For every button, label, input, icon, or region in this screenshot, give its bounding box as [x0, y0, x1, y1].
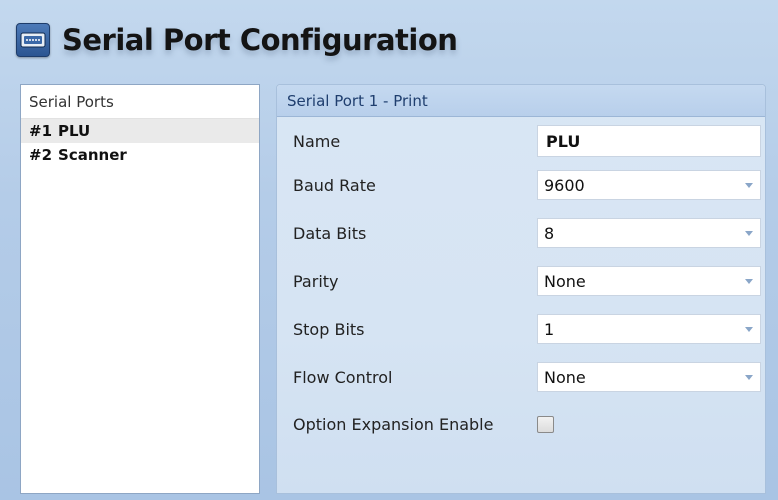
serial-port-icon — [16, 23, 50, 57]
name-row: Name PLU — [293, 125, 763, 157]
parity-value: None — [544, 271, 586, 291]
baud-rate-select[interactable]: 9600 — [537, 170, 761, 200]
flow-control-select[interactable]: None — [537, 362, 761, 392]
port-name: Scanner — [58, 146, 127, 164]
data-bits-row: Data Bits 8 — [293, 217, 763, 249]
data-bits-value: 8 — [544, 223, 555, 243]
serial-ports-header: Serial Ports — [21, 85, 259, 119]
option-expansion-label: Option Expansion Enable — [293, 414, 494, 434]
page-title: Serial Port Configuration — [62, 23, 458, 57]
flow-control-label: Flow Control — [293, 367, 393, 387]
baud-rate-row: Baud Rate 9600 — [293, 169, 763, 201]
name-label: Name — [293, 131, 341, 151]
name-field[interactable]: PLU — [537, 125, 761, 157]
port-item-scanner[interactable]: #2 Scanner — [21, 143, 259, 167]
parity-row: Parity None — [293, 265, 763, 297]
stop-bits-value: 1 — [544, 319, 555, 339]
stop-bits-label: Stop Bits — [293, 319, 365, 339]
stop-bits-select[interactable]: 1 — [537, 314, 761, 344]
parity-select[interactable]: None — [537, 266, 761, 296]
port-number: #1 — [29, 122, 53, 140]
chevron-down-icon — [744, 228, 754, 238]
serial-ports-list: Serial Ports #1 PLU #2 Scanner — [20, 84, 260, 494]
baud-rate-label: Baud Rate — [293, 175, 376, 195]
data-bits-select[interactable]: 8 — [537, 218, 761, 248]
serial-port-config-panel: Serial Port 1 - Print Name PLU Baud Rate… — [276, 84, 766, 494]
port-number: #2 — [29, 146, 53, 164]
port-name: PLU — [58, 122, 91, 140]
chevron-down-icon — [744, 372, 754, 382]
chevron-down-icon — [744, 180, 754, 190]
parity-label: Parity — [293, 271, 339, 291]
window-title-bar: Serial Port Configuration — [16, 12, 756, 68]
flow-control-value: None — [544, 367, 586, 387]
chevron-down-icon — [744, 324, 754, 334]
baud-rate-value: 9600 — [544, 175, 585, 195]
option-expansion-row: Option Expansion Enable — [293, 408, 763, 440]
option-expansion-checkbox[interactable] — [537, 415, 554, 433]
config-panel-header: Serial Port 1 - Print — [277, 85, 765, 117]
data-bits-label: Data Bits — [293, 223, 367, 243]
flow-control-row: Flow Control None — [293, 361, 763, 393]
port-item-plu[interactable]: #1 PLU — [21, 119, 259, 143]
chevron-down-icon — [744, 276, 754, 286]
stop-bits-row: Stop Bits 1 — [293, 313, 763, 345]
